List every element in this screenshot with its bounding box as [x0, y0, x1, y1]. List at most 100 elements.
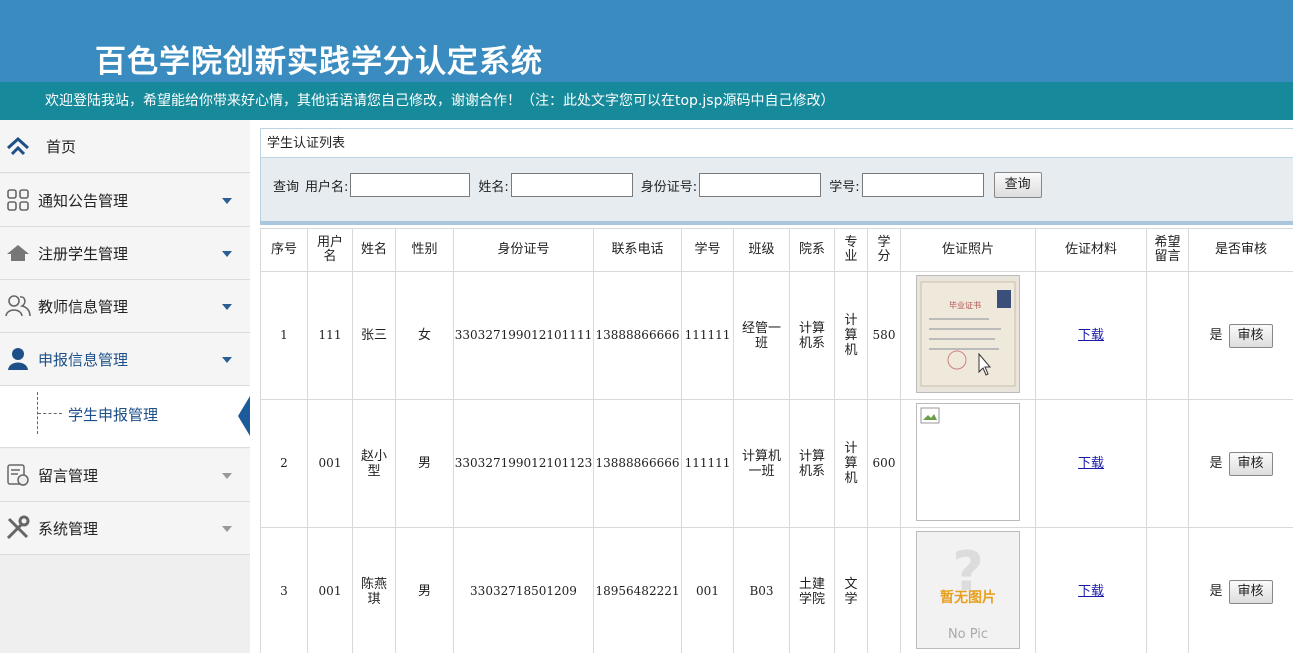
studentno-label: 学号: [829, 179, 860, 195]
chevron-down-icon [222, 304, 232, 310]
sidebar-item-label: 留言管理 [38, 466, 99, 485]
cell-credit: 580 [867, 271, 901, 400]
audit-button[interactable]: 审核 [1228, 451, 1273, 476]
no-picture-placeholder[interactable]: ? 暂无图片 No Pic [916, 531, 1020, 649]
cell-username: 111 [307, 271, 353, 400]
audit-button[interactable]: 审核 [1228, 323, 1273, 348]
sidebar-item-label: 系统管理 [38, 519, 99, 538]
chevron-down-icon [222, 526, 232, 532]
username-input[interactable] [350, 173, 471, 197]
sidebar-item-label: 教师信息管理 [38, 297, 129, 316]
cell-phone: 13888866666 [593, 399, 682, 528]
home-icon [4, 132, 32, 160]
cell-photo: ? 暂无图片 No Pic [900, 527, 1036, 653]
cell-name: 陈燕琪 [352, 527, 396, 653]
sidebar-item-home[interactable]: 首页 [0, 120, 250, 173]
cell-class-text: 经管一班 [741, 320, 781, 351]
cell-dept-text: 土建学院 [798, 576, 825, 607]
main-content: 学生认证列表 查询 用户名: 姓名: 身份证号: 学号: 查询 序号 用户名 姓… [260, 128, 1293, 653]
download-link[interactable]: 下载 [1078, 584, 1104, 599]
cell-material: 下载 [1035, 527, 1147, 653]
cell-idcard: 330327199012101111 [453, 271, 594, 400]
student-table: 序号 用户名 姓名 性别 身份证号 联系电话 学号 班级 院系 专业 学分 佐证… [260, 228, 1293, 653]
broken-image-icon [920, 407, 940, 423]
cell-no: 1 [260, 271, 308, 400]
sidebar-item-teachers[interactable]: 教师信息管理 [0, 280, 250, 333]
sidebar-item-students[interactable]: 注册学生管理 [0, 227, 250, 280]
cell-phone: 13888866666 [593, 271, 682, 400]
table-header-row: 序号 用户名 姓名 性别 身份证号 联系电话 学号 班级 院系 专业 学分 佐证… [260, 228, 1293, 272]
tree-branch [38, 413, 62, 414]
message-icon [4, 461, 32, 489]
sidebar-item-system[interactable]: 系统管理 [0, 502, 250, 555]
reviewed-status: 是 [1209, 327, 1223, 343]
col-header-text: 学分 [877, 235, 891, 264]
cell-username: 001 [307, 527, 353, 653]
cell-gender: 女 [395, 271, 454, 400]
no-picture-text: 暂无图片 [940, 589, 996, 606]
cell-major: 文学 [834, 527, 868, 653]
sidebar-item-notices[interactable]: 通知公告管理 [0, 174, 250, 227]
reviewed-status: 是 [1209, 583, 1223, 599]
cell-gender: 男 [395, 399, 454, 528]
table-row: 1 111 张三 女 330327199012101111 1388886666… [260, 271, 1293, 400]
col-header: 是否审核 [1188, 228, 1293, 272]
cell-message [1146, 527, 1189, 653]
sidebar-item-applications[interactable]: 申报信息管理 [0, 333, 250, 386]
download-link[interactable]: 下载 [1078, 456, 1104, 471]
sidebar-item-messages[interactable]: 留言管理 [0, 449, 250, 502]
chevron-down-icon [222, 198, 232, 204]
cell-idcard: 330327199012101123 [453, 399, 594, 528]
name-input[interactable] [510, 173, 633, 197]
search-query-label: 查询 [273, 179, 300, 195]
col-header-text: 用户名 [316, 235, 343, 264]
cell-dept-text: 计算机系 [798, 448, 825, 479]
certificate-photo[interactable]: 毕业证书 [916, 275, 1020, 393]
cell-phone: 18956482221 [593, 527, 682, 653]
sidebar-item-label: 通知公告管理 [38, 191, 129, 210]
cell-material: 下载 [1035, 271, 1147, 400]
sidebar-subitem-student-applications[interactable]: 学生申报管理 [0, 386, 250, 448]
divider [260, 221, 1293, 225]
sidebar: 首页 通知公告管理 注册学生管理 教师信息管理 申报信息管理 学生申报管理 留言… [0, 120, 250, 653]
cell-dept: 土建学院 [789, 527, 835, 653]
cell-major-text: 计算机 [844, 441, 858, 486]
cell-class-text: 计算机一班 [741, 448, 781, 479]
search-button[interactable]: 查询 [993, 172, 1042, 198]
sidebar-item-label: 首页 [46, 137, 77, 156]
tools-icon [4, 514, 32, 542]
idcard-input[interactable] [699, 173, 822, 197]
col-header-text: 专业 [844, 235, 858, 264]
cell-class: B03 [733, 527, 790, 653]
grid-icon [4, 186, 32, 214]
col-header-text: 希望留言 [1154, 235, 1181, 264]
chevron-down-icon [222, 473, 232, 479]
cell-credit [867, 527, 901, 653]
cell-name: 赵小型 [352, 399, 396, 528]
cell-studentno: 111111 [681, 271, 734, 400]
cell-idcard: 33032718501209 [453, 527, 594, 653]
audit-button[interactable]: 审核 [1228, 579, 1273, 604]
cell-username: 001 [307, 399, 353, 528]
cell-class: 经管一班 [733, 271, 790, 400]
certificate-title: 毕业证书 [949, 300, 981, 310]
cell-reviewed: 是审核 [1188, 399, 1293, 528]
download-link[interactable]: 下载 [1078, 328, 1104, 343]
col-header: 性别 [395, 228, 454, 272]
cell-class: 计算机一班 [733, 399, 790, 528]
cell-major: 计算机 [834, 271, 868, 400]
cell-message [1146, 399, 1189, 528]
sidebar-subitem-label: 学生申报管理 [68, 406, 159, 424]
studentno-input[interactable] [861, 173, 984, 197]
col-header: 联系电话 [593, 228, 682, 272]
panel-title: 学生认证列表 [260, 128, 1293, 158]
cell-message [1146, 271, 1189, 400]
username-label: 用户名: [305, 179, 349, 195]
cell-studentno: 001 [681, 527, 734, 653]
broken-image-photo[interactable] [916, 402, 1020, 521]
col-header: 姓名 [352, 228, 396, 272]
sidebar-item-label: 申报信息管理 [38, 350, 129, 369]
cell-gender: 男 [395, 527, 454, 653]
col-header: 院系 [789, 228, 835, 272]
col-header: 学号 [681, 228, 734, 272]
